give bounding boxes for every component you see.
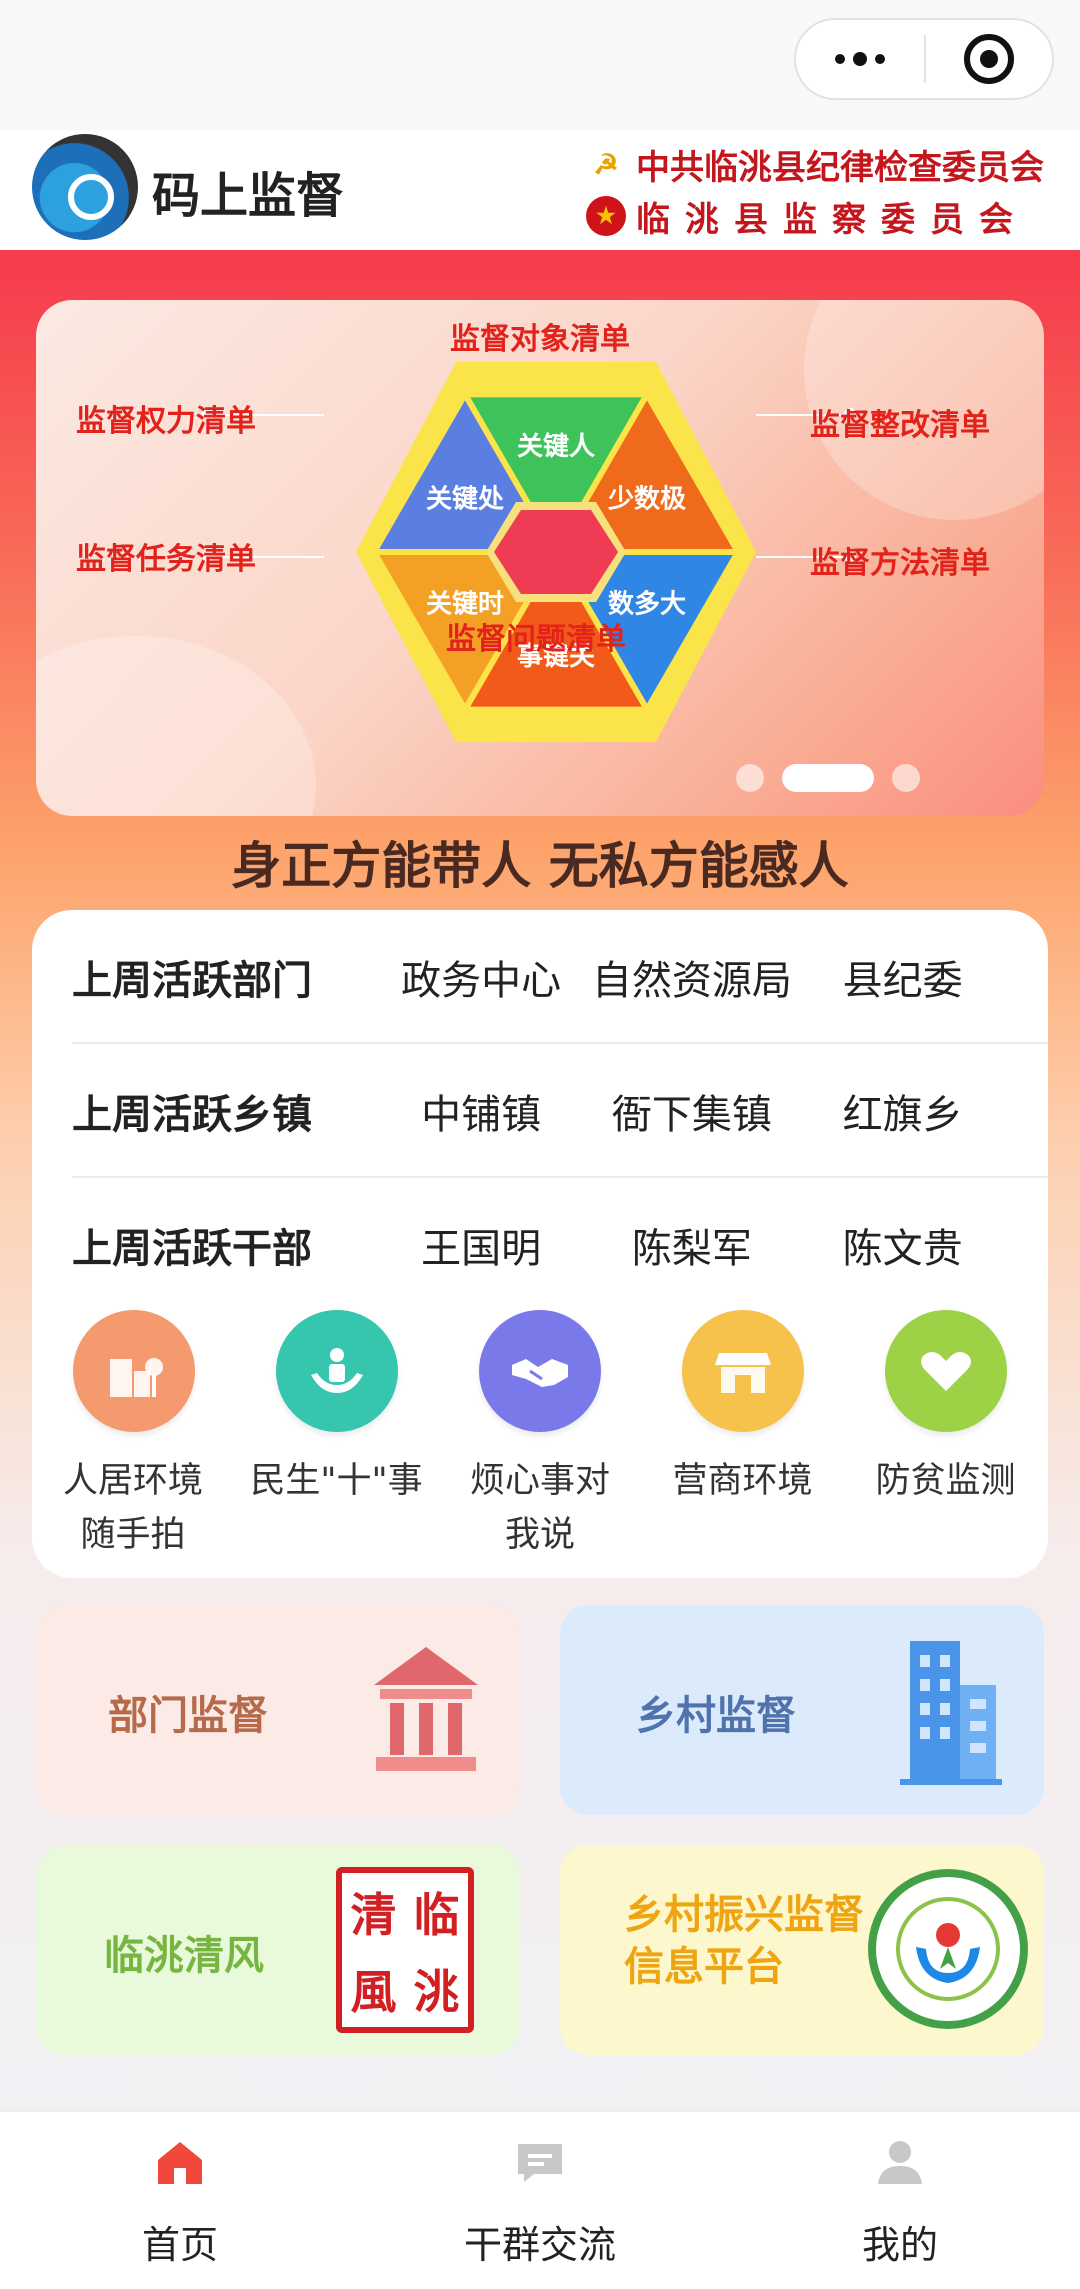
bottom-tab-bar: 首页 干群交流 我的 <box>0 2110 1080 2289</box>
tab-communication[interactable]: 干群交流 <box>440 2136 640 2269</box>
tab-label: 我的 <box>861 2223 938 2267</box>
label-supervision-rectification: 监督整改清单 <box>810 408 990 443</box>
row-value[interactable]: 陈文贵 <box>797 1216 1008 1274</box>
service-livelihood[interactable]: 民生"十"事 <box>235 1310 438 1508</box>
app-header: 码上监督 ☭ 中共临洮县纪律检查委员会 ★ 临洮县监察委员会 <box>0 130 1080 250</box>
row-title: 上周活跃干部 <box>72 1226 312 1272</box>
seal-char: 洮 <box>413 1964 460 2019</box>
more-icon[interactable] <box>796 20 924 98</box>
pager-dot[interactable] <box>892 764 920 792</box>
people-hands-icon <box>275 1310 398 1432</box>
service-label: 营商环境 <box>672 1461 813 1501</box>
handshake-icon <box>478 1310 601 1432</box>
row-value[interactable]: 中铺镇 <box>376 1082 587 1140</box>
shop-icon <box>681 1310 804 1432</box>
user-icon <box>878 2141 922 2184</box>
building-tree-icon <box>72 1310 195 1432</box>
service-worries[interactable]: 烦心事对我说 <box>438 1310 641 1562</box>
active-row-departments: 上周活跃部门 政务中心 自然资源局 县纪委 <box>72 910 1048 1044</box>
home-icon <box>158 2142 202 2184</box>
tab-home[interactable]: 首页 <box>80 2136 280 2269</box>
hex-segment-label: 关键人 <box>517 431 595 462</box>
service-living-environment[interactable]: 人居环境随手拍 <box>32 1310 235 1562</box>
qingfeng-seal-logo: 清 临 風 洮 <box>336 1867 474 2033</box>
tile-lintao-qingfeng[interactable]: 临洮清风 清 临 風 洮 <box>36 1845 520 2055</box>
service-grid: 人居环境随手拍 民生"十"事 烦心事对我说 营商环境 防贫监测 <box>32 1310 1048 1570</box>
tile-village-supervision[interactable]: 乡村监督 <box>560 1605 1044 1815</box>
carousel-pager <box>36 764 1044 792</box>
hex-segment-label: 少数极 <box>607 484 687 514</box>
banner-carousel[interactable]: 关键人 少数极 数多大 事键关 关键时 关键处 监督对象清单 监督权力清单 监督整改清单 … <box>36 300 1044 816</box>
heart-hands-icon <box>884 1310 1007 1432</box>
seal-char: 風 <box>350 1964 397 2019</box>
tile-title: 乡村监督 <box>636 1693 796 1739</box>
row-value[interactable]: 陈梨军 <box>587 1216 798 1274</box>
app-title: 码上监督 <box>152 168 345 224</box>
tab-label: 干群交流 <box>463 2223 616 2267</box>
pager-dot[interactable] <box>736 764 764 792</box>
party-emblem-icon: ☭ <box>593 147 619 181</box>
label-supervision-power: 监督权力清单 <box>76 404 256 439</box>
hex-segment-label: 关键处 <box>426 483 504 514</box>
hexagon-diagram: 关键人少数极数多大事键关关键时关键处 <box>356 362 756 742</box>
government-building-icon <box>374 1647 478 1771</box>
row-value[interactable]: 县纪委 <box>797 948 1008 1006</box>
org-line-1: 中共临洮县纪律检查委员会 <box>636 147 1044 188</box>
close-icon[interactable] <box>926 34 1052 84</box>
row-value[interactable]: 红旗乡 <box>797 1082 1008 1140</box>
seal-char: 临 <box>413 1887 460 1942</box>
mini-program-capsule <box>794 18 1054 100</box>
service-label: 防贫监测 <box>875 1461 1016 1501</box>
active-row-cadres: 上周活跃干部 王国明 陈梨军 陈文贵 <box>72 1178 1008 1312</box>
service-label: 烦心事对我说 <box>470 1461 611 1555</box>
tile-rural-revitalization[interactable]: 乡村振兴监督信息平台 <box>560 1845 1044 2055</box>
pager-dot-active[interactable] <box>782 764 874 792</box>
office-building-icon <box>900 1641 1002 1785</box>
row-value[interactable]: 自然资源局 <box>587 948 798 1006</box>
chat-icon <box>518 2144 562 2182</box>
tab-profile[interactable]: 我的 <box>800 2136 1000 2269</box>
national-emblem-icon: ★ <box>586 196 626 236</box>
label-supervision-objects: 监督对象清单 <box>450 322 630 357</box>
organization-names: ☭ 中共临洮县纪律检查委员会 ★ 临洮县监察委员会 <box>586 138 1044 242</box>
row-value[interactable]: 王国明 <box>376 1216 587 1274</box>
tile-title: 部门监督 <box>108 1693 268 1739</box>
label-supervision-problems: 监督问题清单 <box>446 622 626 657</box>
org-line-2: 临洮县监察委员会 <box>636 199 1028 240</box>
slogan: 身正方能带人 无私方能感人 <box>231 837 849 895</box>
row-title: 上周活跃乡镇 <box>72 1092 312 1138</box>
service-label: 民生"十"事 <box>250 1461 423 1501</box>
tile-title: 乡村振兴监督信息平台 <box>624 1892 864 1990</box>
service-label: 人居环境随手拍 <box>62 1461 203 1555</box>
row-value[interactable]: 政务中心 <box>376 948 587 1006</box>
service-business-environment[interactable]: 营商环境 <box>641 1310 844 1508</box>
row-title: 上周活跃部门 <box>72 958 312 1004</box>
active-row-towns: 上周活跃乡镇 中铺镇 衙下集镇 红旗乡 <box>72 1044 1048 1178</box>
revitalization-platform-logo <box>868 1869 1028 2029</box>
weekly-active-card: 上周活跃部门 政务中心 自然资源局 县纪委 上周活跃乡镇 中铺镇 衙下集镇 红旗… <box>32 910 1048 1578</box>
app-logo <box>32 134 138 240</box>
label-supervision-tasks: 监督任务清单 <box>76 542 256 577</box>
tile-department-supervision[interactable]: 部门监督 <box>36 1605 520 1815</box>
tab-label: 首页 <box>141 2223 218 2267</box>
label-supervision-methods: 监督方法清单 <box>810 546 990 581</box>
row-value[interactable]: 衙下集镇 <box>587 1082 798 1140</box>
seal-char: 清 <box>350 1887 397 1942</box>
service-poverty-monitoring[interactable]: 防贫监测 <box>844 1310 1047 1508</box>
tile-title: 临洮清风 <box>104 1933 264 1979</box>
top-bar <box>0 0 1080 130</box>
